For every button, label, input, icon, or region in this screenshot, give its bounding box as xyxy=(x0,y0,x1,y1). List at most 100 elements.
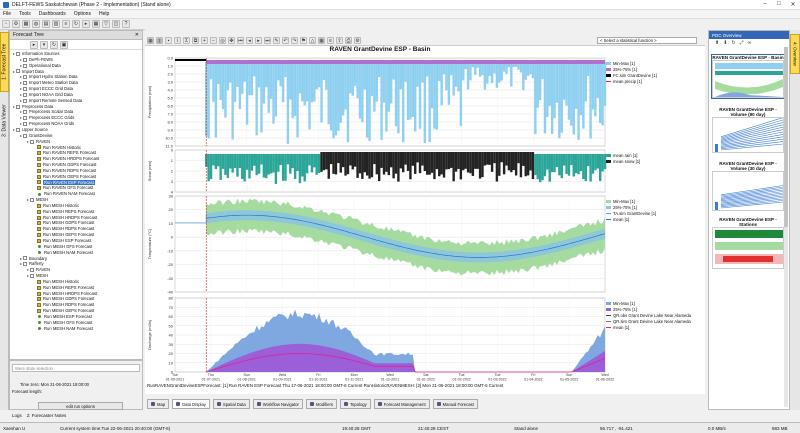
legend-item[interactable]: FC.sim GrantDevine [1] xyxy=(606,72,657,78)
tab-topology[interactable]: Topology xyxy=(339,399,371,409)
table-view-icon[interactable]: ▦ xyxy=(147,37,154,44)
legend-item[interactable]: mean snow [1] xyxy=(606,158,640,164)
checkbox[interactable] xyxy=(30,268,34,273)
chart-panel-1[interactable]: 0.01.02.03.04.05.06.07.08.09.010.011.0Pr… xyxy=(147,56,607,149)
legend-icon[interactable]: ≡ xyxy=(327,37,334,44)
chart-panel-4[interactable]: 80706050403020100Discharge (m3/s) xyxy=(147,296,606,375)
checkbox[interactable] xyxy=(16,104,20,109)
collapse-icon[interactable]: ▾ xyxy=(40,40,48,49)
zoom-fit-icon[interactable]: ◎ xyxy=(219,37,226,44)
checkbox[interactable] xyxy=(23,92,27,97)
redo-icon[interactable]: ↷ xyxy=(291,37,298,44)
info-icon[interactable]: i xyxy=(174,37,181,44)
next-icon[interactable]: ▸ xyxy=(255,37,262,44)
tab-map[interactable]: Map xyxy=(147,399,170,409)
settings-icon[interactable]: ⚙ xyxy=(12,20,20,28)
chart-panel-2[interactable]: 01234Snow (mm) xyxy=(147,148,607,195)
edit-run-options-button[interactable]: edit run options xyxy=(38,402,123,410)
undo-icon[interactable]: ↶ xyxy=(282,37,289,44)
tab-data-viewer[interactable]: 3: Data Viewer xyxy=(0,96,9,146)
overview-thumbnail-3[interactable]: RAVEN GrantDevine ESP - Volume (30 day) xyxy=(712,161,784,211)
tab-spatial-data[interactable]: Spatial Data xyxy=(212,399,250,409)
edit-icon[interactable]: ✎ xyxy=(273,37,280,44)
tab-forecaster-notes[interactable]: 2: Forecaster Notes xyxy=(27,413,67,418)
tab-data-display[interactable]: Data Display xyxy=(172,399,210,409)
refresh-icon[interactable]: ↻ xyxy=(731,40,735,46)
sum-icon[interactable]: Σ xyxy=(183,37,190,44)
tab-overview[interactable]: 4: Overview xyxy=(790,34,800,74)
checkbox[interactable] xyxy=(16,127,20,132)
checkbox[interactable] xyxy=(23,116,27,121)
save-icon[interactable]: ▪ xyxy=(165,37,172,44)
legend-item[interactable]: mean [1] xyxy=(606,324,691,330)
down-icon[interactable]: ⬇ xyxy=(723,40,727,46)
map-icon[interactable]: ◫ xyxy=(112,20,120,28)
first-icon[interactable]: ⏮ xyxy=(237,37,244,44)
tab-forecast-tree[interactable]: 1: Forecast Tree xyxy=(0,32,9,92)
refresh-icon[interactable]: ↻ xyxy=(50,40,58,49)
tab-workflow-navigator[interactable]: Workflow Navigator xyxy=(252,399,303,409)
grid-toggle-icon[interactable]: ▦ xyxy=(318,37,325,44)
play-icon[interactable]: ▸ xyxy=(82,20,90,28)
close-icon[interactable]: ✕ xyxy=(786,1,800,8)
expand-icon[interactable]: ⤢ xyxy=(740,40,744,46)
filter-icon[interactable]: ▽ xyxy=(102,20,110,28)
legend-item[interactable]: mean [1] xyxy=(606,216,656,222)
tree-item-run-mesh-nam-forecast[interactable]: Run MESH NAM Forecast xyxy=(10,326,142,332)
overview-scrollbar[interactable] xyxy=(784,47,788,407)
scrollbar-thumb[interactable] xyxy=(784,47,788,227)
menu-options[interactable]: Options xyxy=(74,11,91,17)
help-icon[interactable]: ? xyxy=(122,20,130,28)
legend-item[interactable]: TA.sim GrantDevine [1] xyxy=(606,210,656,216)
checkbox[interactable] xyxy=(23,57,27,62)
checkbox[interactable] xyxy=(23,256,27,261)
pan-icon[interactable]: ✥ xyxy=(228,37,235,44)
zoom-out-icon[interactable]: − xyxy=(210,37,217,44)
new-icon[interactable]: ▫ xyxy=(2,20,10,28)
legend-item[interactable]: QR.sim Grant Devine Lake Near Alameda xyxy=(606,318,691,324)
checkbox[interactable] xyxy=(23,262,27,267)
copy-icon[interactable]: ⧉ xyxy=(192,37,199,44)
overview-thumbnail-1[interactable]: RAVEN GrantDevine ESP - Basin xyxy=(711,54,785,99)
expand-icon[interactable]: ▸ xyxy=(30,40,38,49)
chart-icon[interactable]: ▥ xyxy=(52,20,60,28)
zoom-in-icon[interactable]: + xyxy=(201,37,208,44)
link-icon[interactable]: ∞ xyxy=(748,40,752,46)
menu-tools[interactable]: Tools xyxy=(19,11,31,17)
flag-icon[interactable]: ⚑ xyxy=(300,37,307,44)
checkbox[interactable] xyxy=(23,63,27,68)
menu-help[interactable]: Help xyxy=(99,11,109,17)
overview-thumbnail-2[interactable]: RAVEN GrantDevine ESP - Volume (90 day) xyxy=(712,107,784,153)
up-icon[interactable]: ⬆ xyxy=(715,40,719,46)
sync-icon[interactable]: ↻ xyxy=(72,20,80,28)
menu-file[interactable]: File xyxy=(3,11,11,17)
tab-manual-forecast[interactable]: Manual Forecast xyxy=(432,399,478,409)
warning-icon[interactable]: △ xyxy=(309,37,316,44)
overview-thumbnail-4[interactable]: RAVEN GrantDevine ESP - Stations xyxy=(712,217,784,269)
chart-panel-3[interactable]: 30 20 10 0 -10 -20 -30 -40 Temperature (°C) xyxy=(147,194,606,295)
state-selection-field[interactable]: Were state selection xyxy=(12,364,140,372)
minimize-icon[interactable]: – xyxy=(758,1,772,8)
checkbox[interactable] xyxy=(23,110,27,115)
grid-icon[interactable]: ▦ xyxy=(22,20,30,28)
tab-modifiers[interactable]: Modifiers xyxy=(305,399,337,409)
checkbox[interactable] xyxy=(23,86,27,91)
checkbox[interactable] xyxy=(23,81,27,86)
statistical-function-select[interactable]: < Select a statistical function > xyxy=(597,37,697,44)
table-icon[interactable]: ▦ xyxy=(92,20,100,28)
checkbox[interactable] xyxy=(16,69,20,74)
layers-icon[interactable]: ▤ xyxy=(42,20,50,28)
chart-view-icon[interactable]: ▥ xyxy=(156,37,163,44)
tab-forecast-management[interactable]: Forecast Management xyxy=(373,399,430,409)
checkbox[interactable] xyxy=(23,133,27,138)
checkbox[interactable] xyxy=(23,98,27,103)
print-icon[interactable]: ⎙ xyxy=(345,37,352,44)
checkbox[interactable] xyxy=(23,75,27,80)
maximize-icon[interactable]: □ xyxy=(772,1,786,8)
panel-close-icon[interactable]: ✕ xyxy=(135,32,139,38)
last-icon[interactable]: ⏭ xyxy=(264,37,271,44)
checkbox[interactable] xyxy=(30,139,34,144)
checkbox[interactable] xyxy=(23,122,27,127)
lock-icon[interactable]: ▣ xyxy=(60,40,68,49)
checkbox[interactable] xyxy=(30,273,34,278)
